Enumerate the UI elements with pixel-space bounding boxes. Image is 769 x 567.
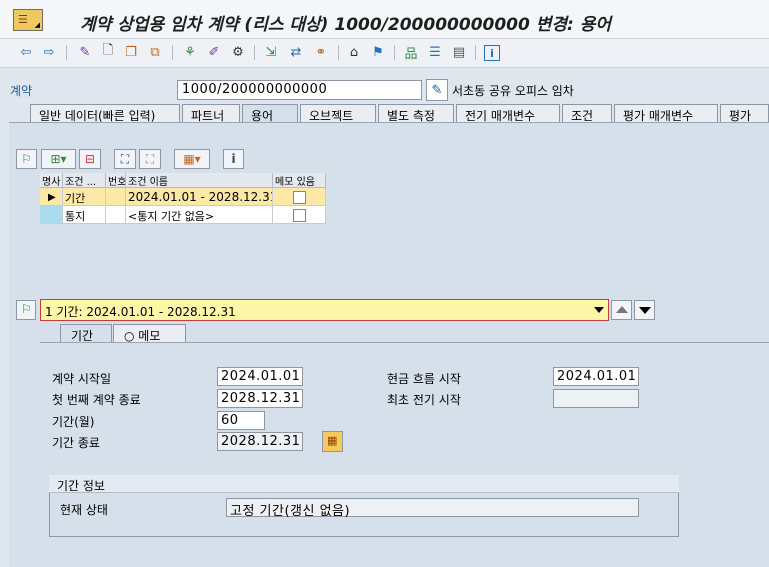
- cashflow-start-label: 현금 흐름 시작: [387, 372, 461, 386]
- row-name-cell[interactable]: <통지 기간 없음>: [126, 206, 273, 224]
- period-end-field: 2028.12.31: [217, 432, 303, 451]
- tab-conditions[interactable]: 조건: [562, 104, 612, 123]
- row-selector[interactable]: ▶: [40, 188, 63, 206]
- info-icon[interactable]: i: [484, 45, 500, 61]
- memo-checkbox[interactable]: [293, 191, 306, 204]
- tab-valuation-parameters[interactable]: 평가 매개변수: [614, 104, 718, 123]
- application-toolbar: ⇦ ⇨ ✎ 🗋 ❐ ⧉ ⚘ ✐ ⚙ ⇲ ⇄ ⚭ ⌂ ⚑ 品 ☰ ▤ i: [0, 39, 769, 68]
- tab-objects[interactable]: 오브젝트: [300, 104, 376, 123]
- table-empty-area: [40, 228, 769, 298]
- row-number-cell[interactable]: [106, 206, 126, 224]
- column-header[interactable]: 메모 있음: [273, 173, 326, 188]
- current-status-field: 고정 기간(갱신 없음): [226, 498, 639, 519]
- current-status-label: 현재 상태: [60, 503, 108, 517]
- new-document-icon[interactable]: 🗋: [99, 43, 117, 61]
- tab-valuation[interactable]: 평가: [720, 104, 769, 123]
- pen-icon[interactable]: ✐: [205, 43, 223, 61]
- tab-posting-parameters[interactable]: 전기 매개변수: [456, 104, 560, 123]
- row-selector[interactable]: [40, 206, 63, 224]
- layout-button[interactable]: ▦▾: [174, 149, 210, 169]
- period-info-title: 기간 정보: [49, 475, 679, 493]
- export-icon[interactable]: ⇲: [262, 43, 280, 61]
- triangle-up-icon: [616, 306, 628, 313]
- column-header[interactable]: 명사: [40, 173, 63, 188]
- window-icon[interactable]: ▤: [450, 43, 468, 61]
- copy-icon[interactable]: ❐: [122, 43, 140, 61]
- binoculars-next-icon: ⛶: [145, 151, 155, 166]
- pencil-icon: ✎: [431, 82, 443, 98]
- list-icon[interactable]: ☰: [426, 43, 444, 61]
- current-row-arrow-icon: ▶: [48, 192, 56, 203]
- delete-row-button[interactable]: ⊟: [79, 149, 101, 169]
- next-period-button[interactable]: [634, 300, 655, 320]
- calendar-icon: ▦: [327, 434, 338, 447]
- subtab-period[interactable]: 기간: [60, 324, 112, 344]
- edit-contract-button[interactable]: ✎: [426, 79, 448, 101]
- contract-start-field[interactable]: 2024.01.01: [217, 367, 303, 386]
- find-next-button[interactable]: ⛶: [139, 149, 161, 169]
- subtab-memo[interactable]: ○ 메모: [113, 324, 186, 343]
- contract-label: 계약: [10, 84, 33, 98]
- tab-partner[interactable]: 파트너: [182, 104, 240, 123]
- previous-period-button[interactable]: [611, 300, 632, 320]
- system-menu-button[interactable]: ☰ ◢: [13, 9, 43, 31]
- flag-select-icon: ⚐: [21, 302, 32, 316]
- duration-months-label: 기간(월): [52, 415, 95, 429]
- add-row-button[interactable]: ⊞▾: [41, 149, 76, 169]
- dropdown-indicator-icon: ◢: [34, 21, 40, 29]
- flag-select-icon: ⚐: [21, 152, 32, 166]
- calendar-button[interactable]: ▦: [322, 431, 343, 452]
- row-name-cell[interactable]: 2024.01.01 - 2028.12.31: [126, 188, 273, 206]
- add-row-icon: ⊞▾: [50, 152, 67, 166]
- period-selector-dropdown[interactable]: 1 기간: 2024.01.01 - 2028.12.31: [40, 299, 609, 321]
- period-selector-value: 1 기간: 2024.01.01 - 2028.12.31: [45, 305, 236, 319]
- tab-general-data[interactable]: 일반 데이터(빠른 입력): [30, 104, 180, 123]
- period-end-label: 기간 종료: [52, 436, 100, 450]
- row-type-cell[interactable]: 기간: [63, 188, 106, 206]
- chevron-down-icon: [594, 307, 604, 313]
- memo-checkbox[interactable]: [293, 209, 306, 222]
- duration-months-field[interactable]: 60: [217, 411, 265, 430]
- column-header[interactable]: 조건 이름: [126, 173, 273, 188]
- find-button[interactable]: ⛶: [114, 149, 136, 169]
- row-memo-cell: [273, 188, 326, 206]
- grid-layout-icon: ▦▾: [183, 152, 201, 166]
- hierarchy-icon[interactable]: ⚘: [181, 43, 199, 61]
- details-button[interactable]: i: [223, 149, 244, 169]
- info-icon: i: [231, 152, 236, 166]
- main-tab-strip: 일반 데이터(빠른 입력) 파트너 용어 오브젝트 별도 측정 전기 매개변수 …: [0, 104, 769, 125]
- menu-icon: ☰: [18, 13, 28, 26]
- link-icon[interactable]: ⚭: [312, 43, 330, 61]
- selector-select-button[interactable]: ⚐: [16, 300, 36, 320]
- triangle-down-icon: [639, 307, 651, 314]
- attachment-icon[interactable]: ⌂: [345, 43, 363, 61]
- filter-icon[interactable]: ⚑: [369, 43, 387, 61]
- org-structure-icon[interactable]: 品: [402, 43, 420, 62]
- column-header[interactable]: 조건 ...: [63, 173, 106, 188]
- contract-number-field[interactable]: 1000/200000000000: [177, 80, 422, 100]
- first-contract-end-field[interactable]: 2028.12.31: [217, 389, 303, 408]
- row-memo-cell: [273, 206, 326, 224]
- contract-start-label: 계약 시작일: [52, 372, 112, 386]
- create-from-template-icon[interactable]: ⧉: [146, 43, 164, 61]
- contract-description: 서초동 공유 오피스 임차: [452, 84, 574, 98]
- forward-arrow-icon[interactable]: ⇨: [40, 43, 58, 61]
- row-number-cell[interactable]: [106, 188, 126, 206]
- first-posting-start-field: [553, 389, 639, 408]
- tab-separate-measurement[interactable]: 별도 측정: [378, 104, 454, 123]
- settings-icon[interactable]: ⚙: [229, 43, 247, 61]
- display-change-icon[interactable]: ✎: [76, 43, 94, 61]
- row-type-cell[interactable]: 통지: [63, 206, 106, 224]
- window-title: 계약 상업용 임차 계약 (리스 대상) 1000/200000000000 변…: [80, 15, 612, 35]
- first-contract-end-label: 첫 번째 계약 종료: [52, 393, 141, 407]
- transfer-icon[interactable]: ⇄: [287, 43, 305, 61]
- delete-row-icon: ⊟: [84, 152, 96, 166]
- column-header[interactable]: 번호: [106, 173, 126, 188]
- back-arrow-icon[interactable]: ⇦: [17, 43, 35, 61]
- cashflow-start-field[interactable]: 2024.01.01: [553, 367, 639, 386]
- select-all-button[interactable]: ⚐: [16, 149, 37, 169]
- binoculars-icon: ⛶: [120, 151, 130, 166]
- first-posting-start-label: 최초 전기 시작: [387, 393, 461, 407]
